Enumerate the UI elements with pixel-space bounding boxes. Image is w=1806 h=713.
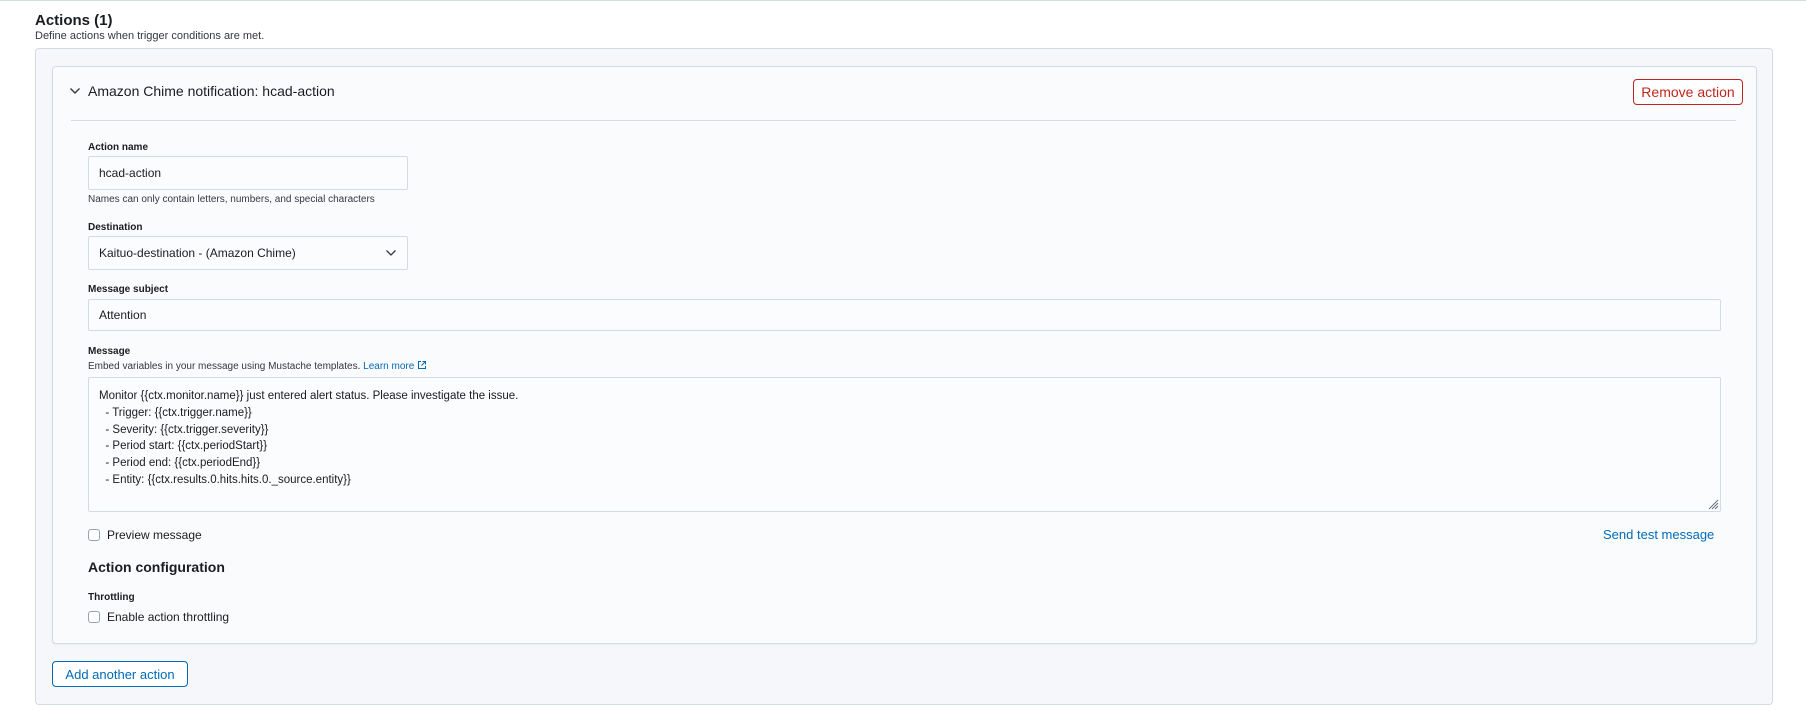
enable-throttling-label[interactable]: Enable action throttling [107, 610, 229, 624]
action-name-label: Action name [88, 142, 149, 153]
destination-select[interactable]: Kaituo-destination - (Amazon Chime) [88, 236, 408, 270]
message-subject-label: Message subject [88, 284, 169, 295]
top-divider [0, 0, 1806, 1]
action-configuration-title: Action configuration [88, 559, 225, 575]
message-label: Message [88, 346, 131, 357]
chevron-down-icon [386, 250, 396, 256]
message-subject-value: Attention [99, 308, 147, 322]
learn-more-link[interactable]: Learn more [363, 361, 427, 372]
send-test-message-link[interactable]: Send test message [1603, 527, 1714, 542]
message-line: - Entity: {{ctx.results.0.hits.hits.0._s… [99, 473, 351, 486]
message-line: - Trigger: {{ctx.trigger.name}} [99, 406, 252, 419]
learn-more-label: Learn more [363, 361, 415, 372]
accordion-divider [71, 120, 1736, 121]
section-title: Actions (1) [35, 12, 113, 29]
add-another-action-button[interactable]: Add another action [52, 661, 188, 687]
accordion-title[interactable]: Amazon Chime notification: hcad-action [88, 83, 335, 99]
enable-throttling-checkbox[interactable] [88, 611, 100, 623]
destination-selected-value: Kaituo-destination - (Amazon Chime) [99, 246, 296, 260]
resize-handle-icon[interactable] [1707, 498, 1719, 510]
chevron-down-icon[interactable] [68, 84, 82, 98]
action-name-help: Names can only contain letters, numbers,… [88, 194, 375, 205]
message-subject-input[interactable]: Attention [88, 299, 1721, 331]
action-name-value: hcad-action [99, 166, 162, 180]
message-line: - Severity: {{ctx.trigger.severity}} [99, 423, 269, 436]
message-help-text: Embed variables in your message using Mu… [88, 361, 361, 372]
preview-message-checkbox[interactable] [88, 529, 100, 541]
action-card [52, 66, 1757, 644]
message-textarea[interactable]: Monitor {{ctx.monitor.name}} just entere… [88, 377, 1721, 512]
section-description: Define actions when trigger conditions a… [35, 30, 265, 42]
preview-message-label[interactable]: Preview message [107, 528, 202, 542]
message-help: Embed variables in your message using Mu… [88, 360, 427, 372]
external-link-icon [418, 361, 427, 369]
message-line: Monitor {{ctx.monitor.name}} just entere… [99, 390, 519, 402]
message-line: - Period end: {{ctx.periodEnd}} [99, 457, 261, 470]
remove-action-button[interactable]: Remove action [1633, 79, 1743, 105]
message-line: - Period start: {{ctx.periodStart}} [99, 440, 268, 453]
destination-label: Destination [88, 222, 143, 233]
action-name-input[interactable]: hcad-action [88, 156, 408, 190]
throttling-label: Throttling [88, 592, 135, 603]
